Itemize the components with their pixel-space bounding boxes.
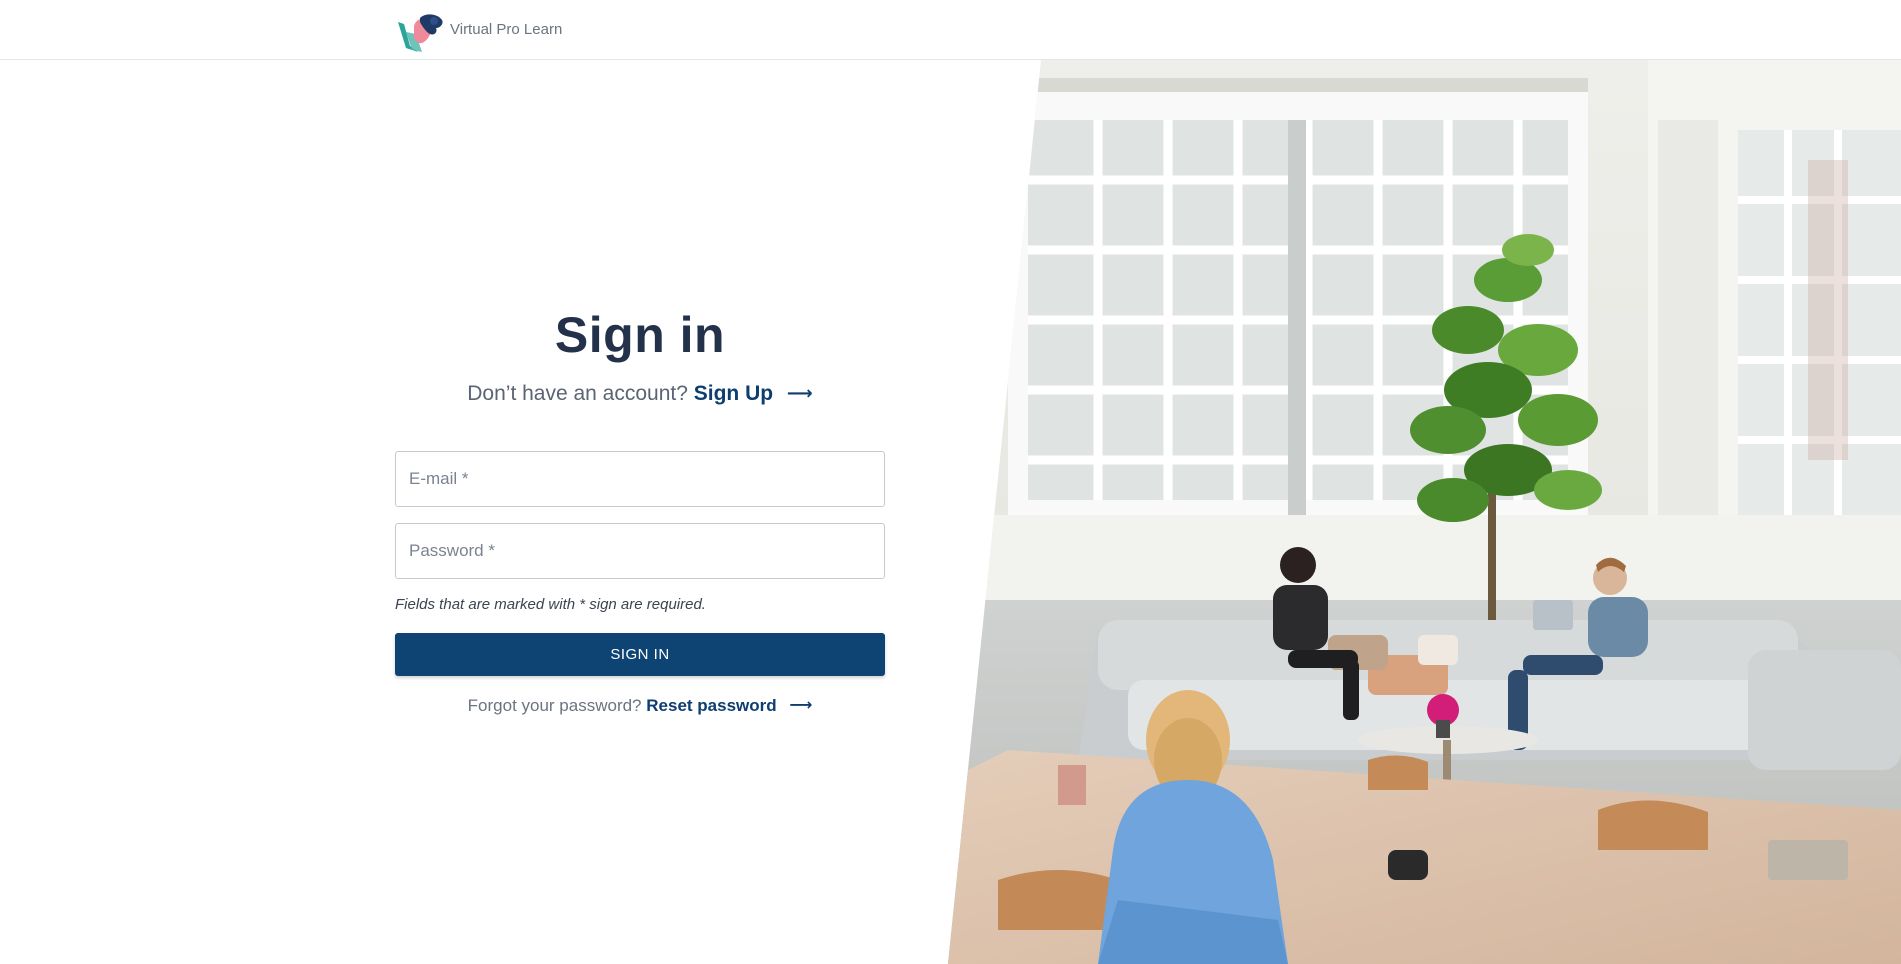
forgot-password-prompt: Forgot your password? Reset password ⟶ [395,694,885,718]
arrow-right-icon: ⟶ [789,697,813,714]
signin-button[interactable]: SIGN IN [395,633,885,676]
window-grid-right [1738,130,1901,530]
reset-password-link[interactable]: Reset password ⟶ [646,696,812,715]
brand-home-link[interactable]: Virtual Pro Learn [396,12,562,56]
brand-name: Virtual Pro Learn [450,20,563,38]
top-header: Virtual Pro Learn [0,0,1901,60]
arrow-right-icon: ⟶ [786,383,813,403]
page-title: Sign in [554,307,726,363]
forgot-password-text: Forgot your password? [467,696,642,715]
password-input[interactable] [396,524,884,578]
password-field-container [395,523,885,579]
email-input[interactable] [396,452,884,506]
hero-office-image [948,60,1901,964]
virtual-pro-learn-logo-icon [398,14,443,52]
office-lounge-photo [948,60,1901,964]
no-account-text: Don’t have an account? [467,382,688,405]
signup-link[interactable]: Sign Up ⟶ [694,382,813,405]
signin-page: Virtual Pro Learn Sign in Don’t have an … [0,0,1901,964]
email-field-container [395,451,885,507]
required-fields-note: Fields that are marked with * sign are r… [395,596,706,613]
signup-prompt: Don’t have an account? Sign Up ⟶ [395,378,885,409]
signin-form-column: Sign in Don’t have an account? Sign Up ⟶… [395,60,885,964]
signup-link-label: Sign Up [693,382,774,405]
reset-password-label: Reset password [646,696,777,715]
